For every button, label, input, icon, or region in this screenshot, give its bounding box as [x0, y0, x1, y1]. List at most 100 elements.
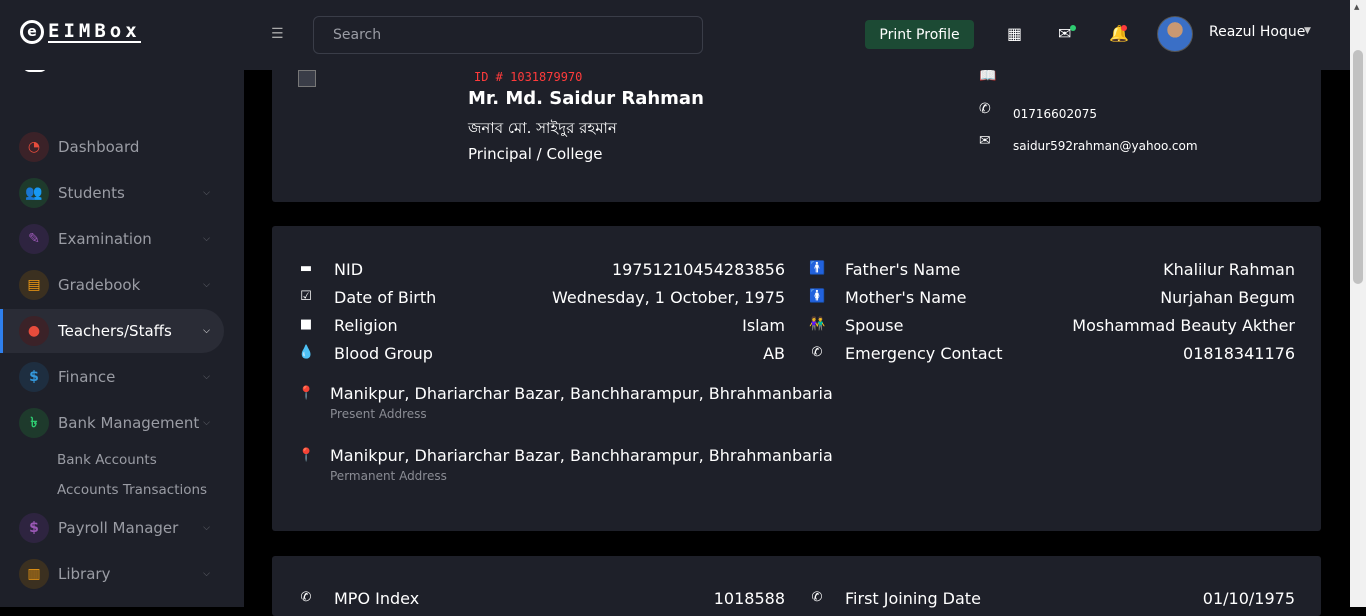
sidebar-item-bank-management[interactable]: ৳ Bank Management ⌵ [0, 401, 224, 445]
chevron-down-icon: ⌵ [203, 372, 210, 382]
square-icon: ■ [299, 317, 313, 332]
user-icon: ● [19, 316, 49, 346]
hamburger-menu-icon[interactable]: ☰ [271, 26, 284, 42]
chevron-down-icon: ⌵ [203, 234, 210, 244]
detail-label: Mother's Name [845, 288, 967, 307]
detail-value: 19751210454283856 [611, 260, 785, 279]
sidebar-item-label: Students [58, 184, 125, 202]
sidebar-item-payroll-manager[interactable]: $ Payroll Manager ⌵ [0, 506, 224, 550]
present-address: Manikpur, Dhariarchar Bazar, Banchharamp… [330, 384, 833, 403]
grid-icon[interactable]: ▦ [1007, 24, 1022, 43]
detail-value: 01818341176 [1183, 344, 1295, 363]
logo-mark: e [20, 20, 44, 44]
speedometer-icon: ◔ [19, 132, 49, 162]
phone-icon: ✆ [811, 345, 823, 360]
scrollbar-thumb[interactable] [1353, 50, 1363, 284]
sidebar-subitem-accounts-transactions[interactable]: Accounts Transactions [57, 482, 207, 498]
sidebar: ◔ Dashboard 👥 Students ⌵ ✎ Examination ⌵… [0, 69, 244, 607]
mail-unread-dot [1070, 25, 1076, 31]
chevron-down-icon: ⌵ [203, 188, 210, 198]
brand-logo[interactable]: e EIMBox [20, 20, 141, 44]
scroll-up-arrow-icon[interactable]: ▲ [1354, 3, 1359, 11]
chevron-down-icon: ⌵ [203, 569, 210, 579]
active-indicator [0, 309, 3, 353]
avatar[interactable] [1157, 16, 1193, 52]
sidebar-subitem-bank-accounts[interactable]: Bank Accounts [57, 452, 157, 468]
chevron-down-icon: ⌵ [203, 326, 210, 336]
caret-down-icon[interactable]: ▼ [1304, 26, 1311, 36]
sidebar-item-label: Examination [58, 230, 152, 248]
sidebar-item-label: Dashboard [58, 138, 140, 156]
permanent-address: Manikpur, Dhariarchar Bazar, Banchharamp… [330, 446, 833, 465]
detail-label: MPO Index [334, 589, 420, 608]
drop-icon: 💧 [298, 345, 315, 360]
profile-phone: 01716602075 [1013, 107, 1097, 121]
search-input[interactable] [313, 16, 703, 54]
user-name[interactable]: Reazul Hoque [1209, 24, 1305, 40]
sidebar-item-label: Finance [58, 368, 116, 386]
envelope-open-icon: ✉ [979, 133, 991, 149]
dollar-icon: $ [19, 362, 49, 392]
sidebar-item-label: Gradebook [58, 276, 141, 294]
sidebar-item-examination[interactable]: ✎ Examination ⌵ [0, 217, 224, 261]
sidebar-item-label: Teachers/Staffs [58, 322, 172, 340]
profile-id: ID # 1031879970 [474, 70, 583, 84]
dollar-circle-icon: $ [19, 513, 49, 543]
detail-label: First Joining Date [845, 589, 981, 608]
map-pin-icon: 📍 [298, 448, 315, 463]
notification-dot [1121, 25, 1127, 31]
detail-value: AB [763, 344, 785, 363]
chevron-down-icon: ⌵ [203, 280, 210, 290]
sidebar-item-label: Bank Management [58, 414, 200, 432]
sidebar-item-label: Payroll Manager [58, 519, 179, 537]
book-open-icon: 📖 [979, 68, 997, 84]
print-profile-button[interactable]: Print Profile [865, 20, 974, 49]
male-icon: 🚹 [809, 261, 826, 276]
detail-value: Wednesday, 1 October, 1975 [552, 288, 785, 307]
profile-email: saidur592rahman@yahoo.com [1013, 139, 1198, 153]
sidebar-item-label: Library [58, 565, 111, 583]
detail-label: Emergency Contact [845, 344, 1003, 363]
chevron-down-icon: ⌵ [203, 523, 210, 533]
female-icon: 🚺 [809, 289, 826, 304]
sidebar-item-gradebook[interactable]: ▤ Gradebook ⌵ [0, 263, 224, 307]
chevron-down-icon: ⌵ [203, 418, 210, 428]
detail-label: NID [334, 260, 364, 279]
profile-role: Principal / College [468, 145, 603, 163]
calendar-icon: ☑ [300, 289, 312, 304]
detail-label: Blood Group [334, 344, 433, 363]
profile-header-card [272, 62, 1321, 202]
detail-value: Islam [742, 316, 785, 335]
pen-icon: ✎ [19, 224, 49, 254]
detail-label: Spouse [845, 316, 904, 335]
book-icon: ▥ [19, 559, 49, 589]
id-card-icon: ▬ [299, 261, 313, 276]
detail-value: Khalilur Rahman [1163, 260, 1295, 279]
detail-value: 01/10/1975 [1202, 589, 1295, 608]
sidebar-item-finance[interactable]: $ Finance ⌵ [0, 355, 224, 399]
detail-value: 1018588 [713, 589, 785, 608]
sidebar-item-dashboard[interactable]: ◔ Dashboard [0, 125, 224, 169]
brand-name: EIMBox [48, 20, 141, 43]
detail-label: Father's Name [845, 260, 961, 279]
map-pin-icon: 📍 [298, 386, 315, 401]
taka-icon: ৳ [19, 408, 49, 438]
couple-icon: 👫 [809, 317, 826, 332]
profile-name: Mr. Md. Saidur Rahman [468, 88, 704, 109]
present-address-label: Present Address [330, 407, 427, 421]
permanent-address-label: Permanent Address [330, 469, 447, 483]
profile-photo [298, 70, 316, 87]
document-icon: ▤ [19, 270, 49, 300]
detail-value: Moshammad Beauty Akther [1072, 316, 1295, 335]
sidebar-item-teachers-staffs[interactable]: ● Teachers/Staffs ⌵ [0, 309, 224, 353]
page-scrollbar[interactable]: ▲ [1350, 0, 1366, 607]
profile-name-bengali: জনাব মো. সাইদুর রহমান [468, 119, 617, 137]
users-icon: 👥 [19, 178, 49, 208]
detail-label: Date of Birth [334, 288, 437, 307]
sidebar-item-library[interactable]: ▥ Library ⌵ [0, 552, 224, 596]
top-navbar: e EIMBox ☰ Print Profile ▦ ✉ 🔔 Reazul Ho… [0, 0, 1350, 70]
phone-icon: ✆ [300, 590, 312, 605]
detail-value: Nurjahan Begum [1160, 288, 1295, 307]
phone-icon: ✆ [811, 590, 823, 605]
sidebar-item-students[interactable]: 👥 Students ⌵ [0, 171, 224, 215]
